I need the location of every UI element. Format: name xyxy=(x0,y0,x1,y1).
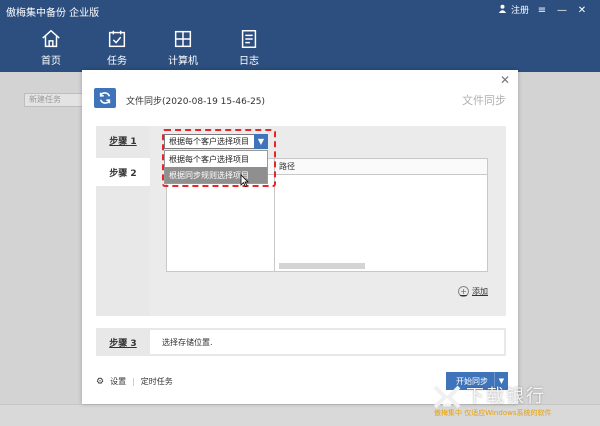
plus-circle-icon: + xyxy=(458,286,469,297)
file-sync-dialog: ✕ 文件同步 文件同步(2020-08-19 15-46-25) 步骤 1 步骤… xyxy=(82,70,518,404)
storage-location-field[interactable]: 选择存储位置. xyxy=(150,330,504,354)
sync-icon xyxy=(94,88,116,108)
nav-label: 日志 xyxy=(239,56,259,67)
step3-row: 步骤 3 选择存储位置. xyxy=(96,328,506,356)
add-button[interactable]: + 添加 xyxy=(458,286,488,297)
dialog-close-icon[interactable]: ✕ xyxy=(500,73,510,87)
step2-label: 步骤 2 xyxy=(96,158,150,186)
selection-mode-dropdown: 根据每个客户选择项目 根据同步规则选择项目 xyxy=(164,150,268,184)
watermark: 下载银行 傲梅集中 仅适应Windows系统的软件 xyxy=(432,380,598,424)
dialog-footer: ⚙ 设置 | 定时任务 xyxy=(96,376,173,387)
nav-label: 任务 xyxy=(107,56,127,67)
computer-icon xyxy=(174,30,192,48)
user-icon xyxy=(498,4,507,16)
app-title: 傲梅集中备份 企业版 xyxy=(6,8,100,19)
home-icon xyxy=(42,29,60,48)
menu-icon[interactable]: ≡ xyxy=(534,3,550,17)
dropdown-option-by-rule[interactable]: 根据同步规则选择项目 xyxy=(165,167,267,183)
nav-label: 计算机 xyxy=(168,56,198,67)
log-icon xyxy=(241,30,257,48)
selection-mode-value: 根据每个客户选择项目 xyxy=(169,137,249,146)
path-column-header: 路径 xyxy=(275,159,487,175)
register-area[interactable]: 注册 xyxy=(498,3,529,16)
new-task-input[interactable]: 新建任务 xyxy=(24,93,90,107)
dialog-type-label: 文件同步 xyxy=(462,94,506,107)
watermark-subtext: 傲梅集中 仅适应Windows系统的软件 xyxy=(434,409,552,417)
settings-link[interactable]: 设置 xyxy=(110,376,126,387)
dialog-title: 文件同步(2020-08-19 15-46-25) xyxy=(126,97,266,107)
divider: | xyxy=(132,377,135,386)
add-label: 添加 xyxy=(472,287,488,296)
gear-icon: ⚙ xyxy=(96,376,105,387)
step-content: 路径 根据每个客户选择项目 ▼ 根据每个客户选择项目 根据同步规则选择项目 + … xyxy=(150,126,506,316)
step3-label[interactable]: 步骤 3 xyxy=(96,330,150,354)
steps-panel: 步骤 1 步骤 2 路径 根据每个客户选择项目 ▼ 根据每个客户选择项目 根据同… xyxy=(96,126,506,316)
horizontal-scrollbar[interactable] xyxy=(279,263,365,269)
nav-item-home[interactable]: 首页 xyxy=(18,28,84,67)
minimize-icon[interactable]: — xyxy=(554,3,570,17)
selection-mode-select[interactable]: 根据每个客户选择项目 ▼ xyxy=(164,134,268,149)
close-icon[interactable]: ✕ xyxy=(574,3,590,17)
dropdown-option-per-client[interactable]: 根据每个客户选择项目 xyxy=(165,151,267,167)
title-bar: 傲梅集中备份 企业版 注册 ≡ — ✕ 首页 任务 计算机 日志 xyxy=(0,0,600,72)
nav-item-logs[interactable]: 日志 xyxy=(216,28,282,67)
chevron-down-icon[interactable]: ▼ xyxy=(254,134,268,149)
nav-item-computers[interactable]: 计算机 xyxy=(150,28,216,67)
mouse-cursor-icon xyxy=(240,174,249,190)
schedule-link[interactable]: 定时任务 xyxy=(141,376,173,387)
register-link[interactable]: 注册 xyxy=(511,3,529,16)
main-nav: 首页 任务 计算机 日志 xyxy=(18,28,282,67)
path-column: 路径 xyxy=(275,159,487,271)
step1-label[interactable]: 步骤 1 xyxy=(96,128,150,152)
nav-label: 首页 xyxy=(41,56,61,67)
task-icon xyxy=(108,30,126,48)
watermark-text: 下载银行 xyxy=(466,386,546,407)
nav-item-tasks[interactable]: 任务 xyxy=(84,28,150,67)
